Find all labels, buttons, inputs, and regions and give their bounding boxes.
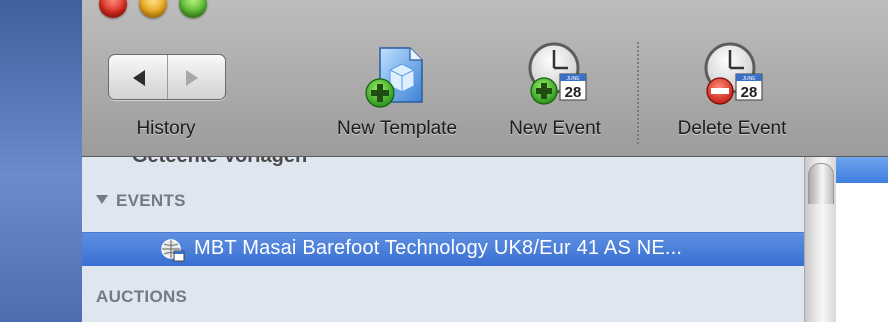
new-template-icon	[365, 47, 423, 108]
history-nav-control	[108, 54, 226, 100]
zoom-window-button[interactable]	[179, 0, 207, 18]
toolbar-separator	[637, 42, 639, 144]
app-window: History New Template JUNE 28 New Event J…	[82, 0, 888, 322]
sidebar-item-partial[interactable]: Geteente Vorlagen	[132, 157, 307, 168]
content-pane	[836, 157, 888, 322]
svg-text:28: 28	[741, 84, 758, 101]
close-window-button[interactable]	[99, 0, 127, 18]
new-event-icon: JUNE 28	[528, 42, 587, 105]
forward-arrow-icon	[185, 70, 198, 86]
delete-event-label: Delete Event	[677, 118, 787, 139]
desktop-background	[0, 0, 82, 322]
event-row-selected[interactable]: MBT Masai Barefoot Technology UK8/Eur 41…	[82, 232, 804, 266]
svg-text:JUNE: JUNE	[742, 76, 756, 82]
new-template-label: New Template	[336, 118, 458, 139]
content-selection-header	[836, 157, 888, 183]
back-button[interactable]	[109, 55, 167, 99]
svg-text:JUNE: JUNE	[566, 76, 580, 82]
events-header-label: EVENTS	[116, 191, 186, 210]
section-header-auctions[interactable]: AUCTIONS	[96, 287, 187, 307]
event-globe-icon	[160, 238, 186, 267]
minimize-window-button[interactable]	[139, 0, 167, 18]
back-arrow-icon	[133, 70, 145, 86]
forward-button[interactable]	[166, 55, 226, 99]
history-label: History	[136, 118, 196, 139]
new-template-button[interactable]	[360, 44, 430, 115]
scrollbar-thumb[interactable]	[808, 163, 834, 204]
event-title: MBT Masai Barefoot Technology UK8/Eur 41…	[194, 237, 683, 259]
toolbar: History New Template JUNE 28 New Event J…	[82, 0, 888, 157]
delete-event-button[interactable]: JUNE 28	[698, 40, 768, 115]
new-event-button[interactable]: JUNE 28	[522, 40, 592, 115]
svg-text:28: 28	[565, 84, 582, 101]
new-event-label: New Event	[509, 118, 601, 139]
sidebar-scrollbar[interactable]	[804, 157, 837, 322]
sidebar: Geteente Vorlagen EVENTS MBT Masai Baref…	[82, 157, 804, 322]
delete-event-icon: JUNE 28	[704, 42, 763, 105]
section-header-events[interactable]: EVENTS	[96, 191, 186, 211]
disclosure-triangle-icon[interactable]	[96, 195, 108, 204]
